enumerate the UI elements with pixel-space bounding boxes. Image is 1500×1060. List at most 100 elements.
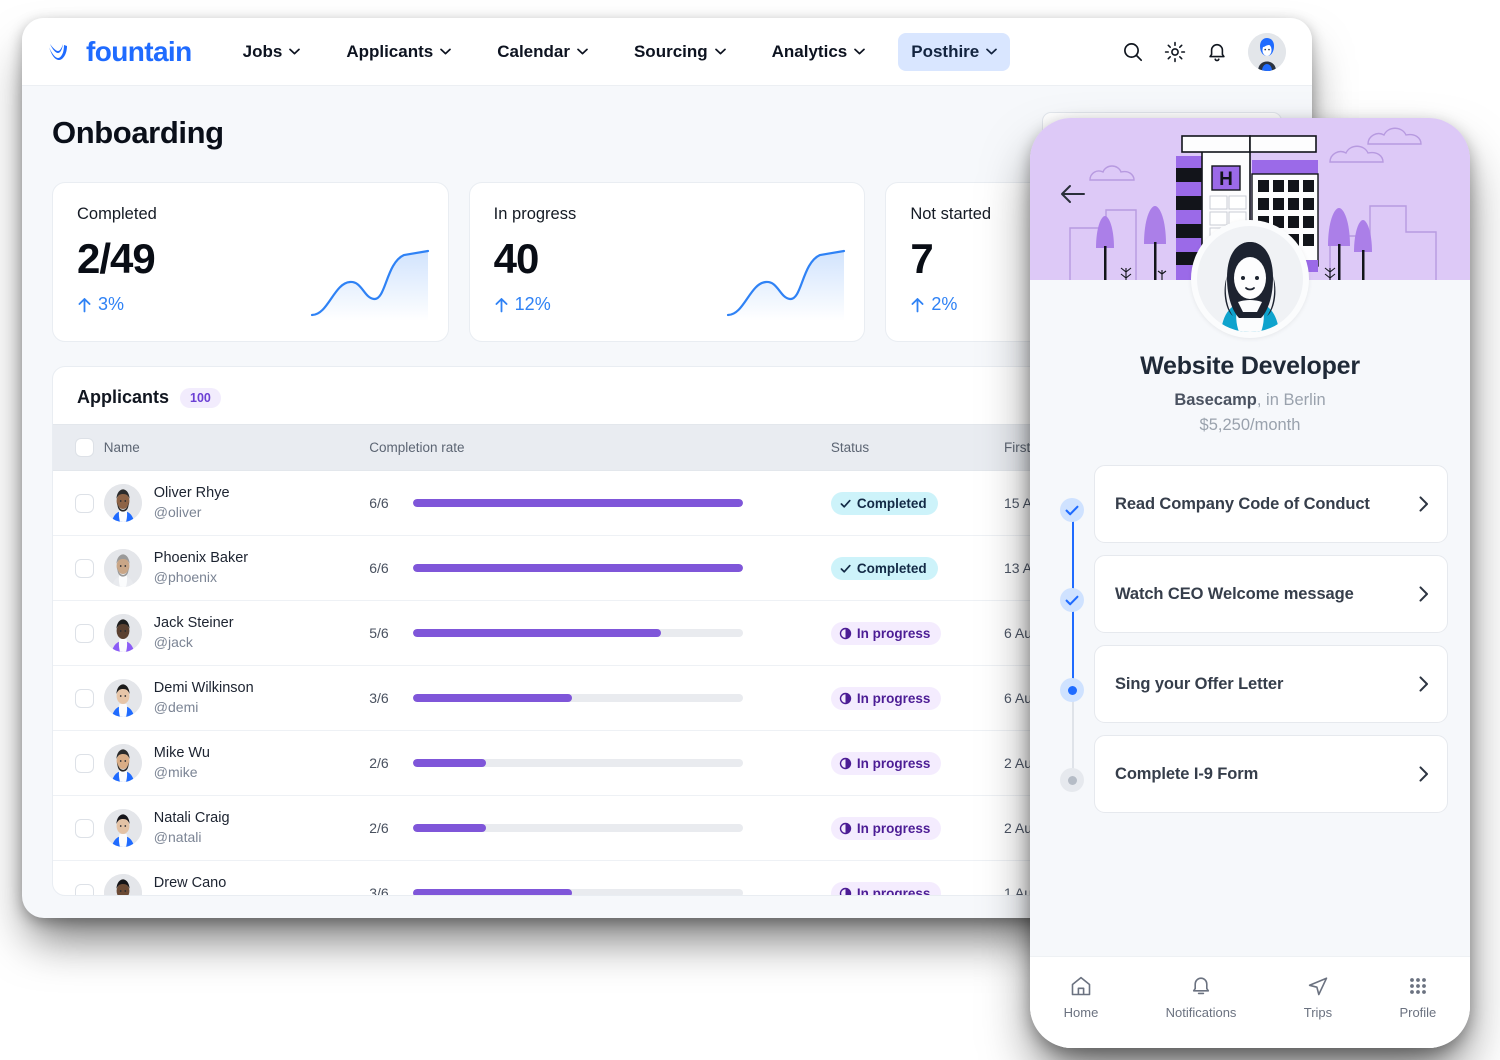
progress-bar-track — [413, 759, 743, 767]
applicant-name: Mike Wu — [154, 744, 210, 764]
row-checkbox[interactable] — [75, 754, 94, 773]
status-label: Completed — [857, 561, 927, 576]
top-navigation-bar: fountain Jobs Applicants Calendar Sourci… — [22, 18, 1312, 86]
nav-item-jobs[interactable]: Jobs — [230, 33, 314, 71]
nav-item-calendar[interactable]: Calendar — [484, 33, 601, 71]
avatar-illustration — [104, 549, 142, 587]
task-status-node — [1060, 588, 1084, 612]
task-card[interactable]: Watch CEO Welcome message — [1094, 555, 1448, 633]
tab-notifications-label: Notifications — [1166, 1005, 1237, 1020]
row-completion-cell: 3/6 — [369, 861, 831, 897]
nav-item-applicants-label: Applicants — [346, 42, 433, 62]
page-title: Onboarding — [52, 115, 224, 151]
completion-fraction: 2/6 — [369, 755, 395, 771]
nav-item-jobs-label: Jobs — [243, 42, 283, 62]
back-arrow-icon[interactable] — [1060, 184, 1086, 204]
row-status-cell: Completed — [831, 536, 1004, 601]
progress-bar-fill — [413, 629, 661, 637]
chevron-right-icon — [1419, 676, 1429, 692]
nav-item-sourcing-label: Sourcing — [634, 42, 708, 62]
row-completion-cell: 2/6 — [369, 731, 831, 796]
progress-bar-track — [413, 889, 743, 896]
phone-mockup: H — [1030, 118, 1470, 1048]
chevron-right-icon — [1419, 496, 1429, 512]
tab-home[interactable]: Home — [1064, 974, 1099, 1020]
task-label: Complete I-9 Form — [1115, 765, 1258, 784]
half-circle-icon — [839, 692, 852, 705]
avatar — [104, 874, 142, 896]
arrow-up-icon — [77, 297, 92, 313]
progress-bar-track — [413, 564, 743, 572]
completion-fraction: 2/6 — [369, 820, 395, 836]
row-checkbox[interactable] — [75, 689, 94, 708]
half-circle-icon — [839, 757, 852, 770]
applicant-name: Oliver Rhye — [154, 484, 230, 504]
row-checkbox[interactable] — [75, 624, 94, 643]
task-status-node — [1060, 498, 1084, 522]
applicant-name: Phoenix Baker — [154, 549, 248, 569]
row-checkbox[interactable] — [75, 559, 94, 578]
task-card[interactable]: Sing your Offer Letter — [1094, 645, 1448, 723]
grid-dots-icon — [1406, 974, 1430, 998]
status-dot — [1068, 686, 1077, 695]
progress-bar-track — [413, 629, 743, 637]
search-icon[interactable] — [1122, 41, 1144, 63]
chevron-down-icon — [986, 48, 997, 55]
check-icon — [1065, 595, 1079, 606]
fountain-logo[interactable]: fountain — [48, 36, 192, 68]
tab-trips[interactable]: Trips — [1304, 974, 1332, 1020]
avatar-illustration — [104, 614, 142, 652]
fountain-logo-icon — [48, 41, 78, 63]
status-label: In progress — [857, 756, 931, 771]
gear-icon[interactable] — [1164, 41, 1186, 63]
nav-icon-group — [1122, 33, 1286, 71]
screenshot-stage: fountain Jobs Applicants Calendar Sourci… — [0, 0, 1500, 1060]
avatar — [104, 549, 142, 587]
select-all-header — [53, 425, 104, 471]
stat-card-label: Completed — [77, 205, 424, 224]
progress-bar-fill — [413, 824, 486, 832]
column-header-name[interactable]: Name — [104, 425, 369, 471]
status-label: In progress — [857, 691, 931, 706]
nav-item-analytics[interactable]: Analytics — [759, 33, 879, 71]
row-checkbox[interactable] — [75, 494, 94, 513]
applicants-count-badge: 100 — [180, 388, 221, 408]
nav-item-applicants[interactable]: Applicants — [333, 33, 464, 71]
row-status-cell: Completed — [831, 471, 1004, 536]
check-icon — [839, 562, 852, 575]
tab-profile[interactable]: Profile — [1399, 974, 1436, 1020]
completion-fraction: 3/6 — [369, 690, 395, 706]
progress-bar-fill — [413, 759, 486, 767]
nav-item-sourcing[interactable]: Sourcing — [621, 33, 739, 71]
column-header-status[interactable]: Status — [831, 425, 1004, 471]
applicant-handle: @mike — [154, 763, 210, 782]
tab-notifications[interactable]: Notifications — [1166, 974, 1237, 1020]
row-checkbox[interactable] — [75, 819, 94, 838]
progress-bar-fill — [413, 499, 743, 507]
row-completion-cell: 3/6 — [369, 666, 831, 731]
check-icon — [1065, 505, 1079, 516]
select-all-checkbox[interactable] — [75, 438, 94, 457]
task-card[interactable]: Read Company Code of Conduct — [1094, 465, 1448, 543]
stat-card-in-progress: In progress 40 12% — [469, 182, 866, 342]
nav-item-posthire[interactable]: Posthire — [898, 33, 1010, 71]
status-badge: Completed — [831, 557, 938, 580]
user-avatar[interactable] — [1248, 33, 1286, 71]
row-status-cell: In progress — [831, 731, 1004, 796]
chevron-down-icon — [854, 48, 865, 55]
progress-bar-fill — [413, 694, 571, 702]
bell-icon[interactable] — [1206, 41, 1228, 63]
row-checkbox[interactable] — [75, 884, 94, 897]
status-badge: In progress — [831, 882, 942, 897]
applicant-handle: @jack — [154, 633, 234, 652]
task-card[interactable]: Complete I-9 Form — [1094, 735, 1448, 813]
task-rail — [1052, 465, 1094, 555]
column-header-completion-rate[interactable]: Completion rate — [369, 425, 831, 471]
sparkline-chart — [726, 245, 846, 321]
avatar-illustration — [104, 679, 142, 717]
task-row: Sing your Offer Letter — [1052, 645, 1448, 735]
half-circle-icon — [839, 822, 852, 835]
avatar — [104, 614, 142, 652]
completion-fraction: 5/6 — [369, 625, 395, 641]
row-name-cell: Oliver Rhye @oliver — [104, 471, 369, 536]
